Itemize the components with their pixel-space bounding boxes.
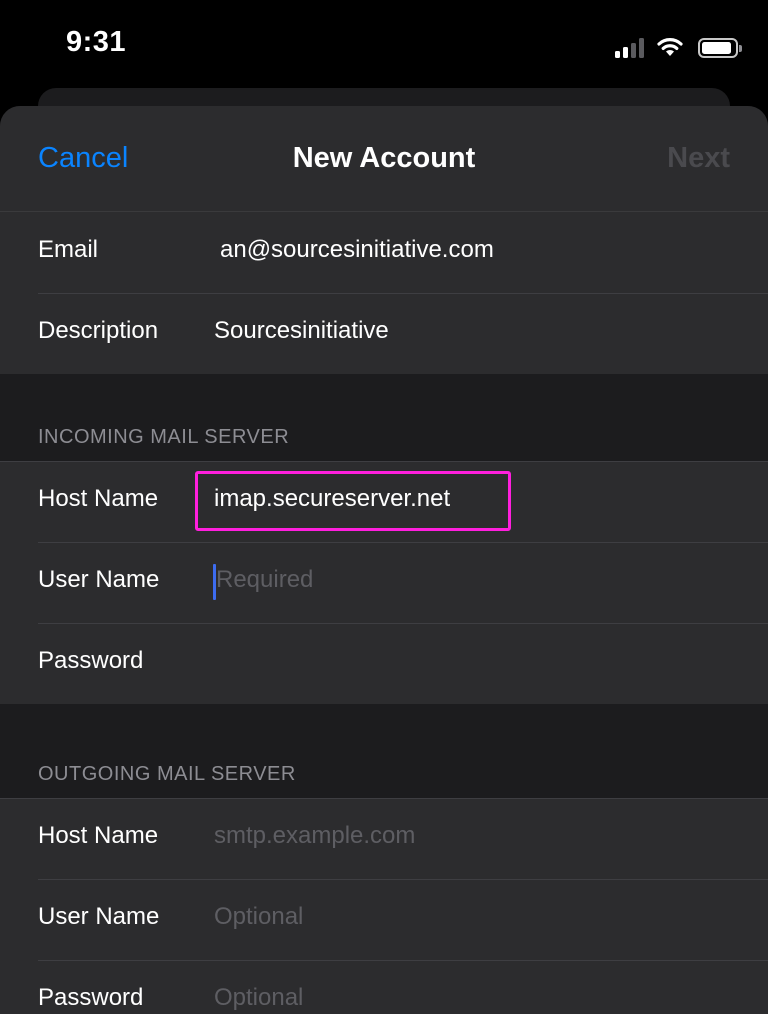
description-row[interactable]: Description Sourcesinitiative [0,293,768,374]
incoming-user-row[interactable]: User Name Required [0,542,768,623]
outgoing-password-field[interactable]: Optional [214,984,303,1012]
email-label: Email [38,236,99,263]
description-label: Description [38,317,159,344]
outgoing-host-field[interactable]: smtp.example.com [214,822,415,850]
incoming-password-row[interactable]: Password [0,623,768,704]
email-field[interactable]: an@sourcesinitiative.com [220,236,494,264]
next-button[interactable]: Next [667,142,730,175]
new-account-sheet: Cancel New Account Next Email an@sources… [0,106,768,1014]
incoming-password-label: Password [38,647,144,674]
incoming-host-label: Host Name [38,485,159,512]
highlight-box [195,471,511,531]
outgoing-user-label: User Name [38,903,160,930]
outgoing-host-label: Host Name [38,822,159,849]
outgoing-user-row[interactable]: User Name Optional [0,879,768,960]
navigation-bar: Cancel New Account Next [0,106,768,212]
status-time: 9:31 [66,26,127,58]
battery-fill [702,42,731,54]
incoming-user-label: User Name [38,566,160,593]
status-bar: 9:31 [0,0,768,92]
outgoing-section-header: OUTGOING MAIL SERVER [38,763,296,785]
battery-icon [698,38,742,58]
incoming-section-header: INCOMING MAIL SERVER [38,426,290,448]
incoming-group: Host Name imap.secureserver.net User Nam… [0,461,768,704]
outgoing-password-label: Password [38,984,144,1011]
status-icons [615,34,742,58]
screen: 9:31 Cancel New Account Next Email an@so… [0,0,768,1014]
outgoing-host-row[interactable]: Host Name smtp.example.com [0,798,768,879]
outgoing-group: Host Name smtp.example.com User Name Opt… [0,798,768,1014]
account-group: Email an@sourcesinitiative.com Descripti… [0,212,768,374]
description-field[interactable]: Sourcesinitiative [214,317,389,345]
cellular-signal-icon [615,36,644,58]
incoming-host-row[interactable]: Host Name imap.secureserver.net [0,461,768,542]
email-row[interactable]: Email an@sourcesinitiative.com [0,212,768,293]
wifi-icon [657,38,683,56]
outgoing-user-field[interactable]: Optional [214,903,303,931]
outgoing-password-row[interactable]: Password Optional [0,960,768,1014]
incoming-user-field[interactable]: Required [216,566,313,594]
page-title: New Account [292,142,476,174]
